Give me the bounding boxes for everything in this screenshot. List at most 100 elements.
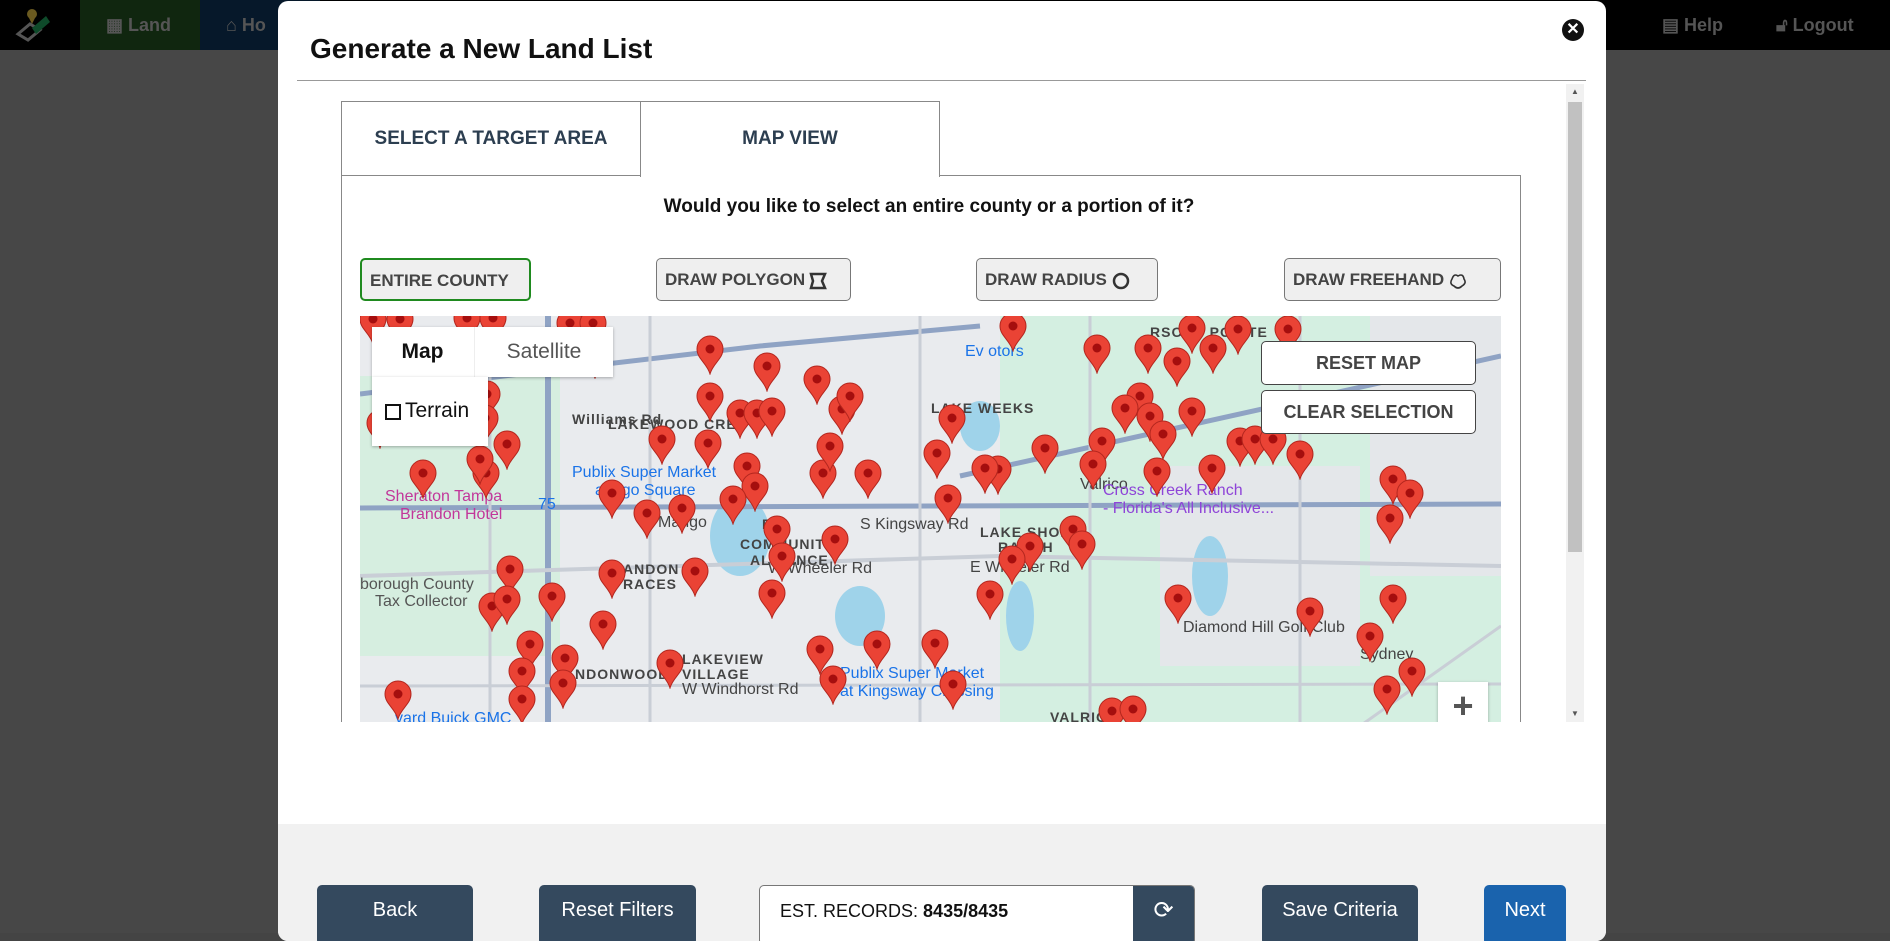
map-pin-icon[interactable]	[862, 630, 892, 672]
chat-icon: ▤	[1662, 15, 1685, 35]
tab-select-target-area[interactable]: SELECT A TARGET AREA	[341, 101, 641, 176]
map-label: at Kingsway Crossing	[840, 683, 994, 700]
map-pin-icon[interactable]	[933, 484, 963, 525]
modal-body: SELECT A TARGET AREA MAP VIEW Would you …	[278, 84, 1588, 722]
home-icon: ⌂	[226, 15, 242, 35]
map-pin-icon[interactable]	[1285, 440, 1315, 482]
map-pin-icon[interactable]	[655, 649, 685, 690]
terrain-control[interactable]: Terrain	[372, 377, 488, 446]
map-pin-icon[interactable]	[920, 629, 950, 670]
map-pin-icon[interactable]	[1295, 597, 1325, 638]
map-pin-icon[interactable]	[693, 429, 723, 470]
map-pin-icon[interactable]	[383, 680, 413, 722]
map-pin-icon[interactable]	[1375, 504, 1405, 545]
terrain-label: Terrain	[405, 399, 470, 422]
reset-map-button[interactable]: RESET MAP	[1261, 341, 1476, 385]
entire-county-button[interactable]: ENTIRE COUNTY	[360, 258, 531, 301]
map-label: ANDON	[623, 561, 680, 577]
modal-title: Generate a New Land List	[310, 33, 653, 64]
est-records-label: EST. RECORDS:	[780, 901, 919, 921]
map-pin-icon[interactable]	[1378, 584, 1408, 625]
draw-polygon-button[interactable]: DRAW POLYGON	[656, 258, 851, 301]
map-pin-icon[interactable]	[752, 352, 782, 393]
map-pin-icon[interactable]	[597, 559, 627, 600]
map-pin-icon[interactable]	[767, 542, 797, 583]
map-pin-icon[interactable]	[997, 545, 1027, 587]
map-pin-icon[interactable]	[1133, 334, 1163, 375]
map-pin-icon[interactable]	[970, 454, 1000, 495]
map-pin-icon[interactable]	[1067, 530, 1097, 572]
map-pin-icon[interactable]	[695, 335, 725, 377]
circle-icon	[1112, 272, 1130, 289]
map-pin-icon[interactable]	[938, 670, 968, 712]
draw-radius-button[interactable]: DRAW RADIUS	[976, 258, 1158, 301]
map-pin-icon[interactable]	[937, 404, 967, 445]
map-label: 75	[538, 496, 556, 513]
map-pin-icon[interactable]	[835, 382, 865, 423]
map-pin-icon[interactable]	[548, 669, 578, 710]
map-type-map[interactable]: Map	[372, 327, 473, 377]
tab-map-view[interactable]: MAP VIEW	[640, 101, 940, 177]
draw-freehand-button[interactable]: DRAW FREEHAND	[1284, 258, 1501, 301]
map-pin-icon[interactable]	[588, 610, 618, 652]
map-pin-icon[interactable]	[465, 445, 495, 487]
map-pin-icon[interactable]	[853, 459, 883, 500]
map-pin-icon[interactable]	[408, 459, 438, 500]
map-pin-icon[interactable]	[1078, 450, 1108, 492]
map-type-control: Map Satellite	[372, 327, 613, 377]
freehand-icon	[1450, 273, 1467, 289]
map-pin-icon[interactable]	[597, 479, 627, 520]
map-pin-icon[interactable]	[998, 316, 1028, 353]
unlock-icon: 🔓︎	[1776, 15, 1793, 35]
divider	[297, 80, 1586, 81]
generate-land-list-modal: Generate a New Land List ✕ SELECT A TARG…	[278, 1, 1606, 941]
map-pin-icon[interactable]	[815, 432, 845, 473]
modal-scrollbar[interactable]: ▲ ▼	[1566, 84, 1584, 722]
map-pin-icon[interactable]	[680, 557, 710, 598]
modal-footer: Back Reset Filters EST. RECORDS: 8435/84…	[278, 824, 1606, 941]
nav-logout[interactable]: 🔓︎ Logout	[1776, 0, 1854, 50]
map-pin-icon[interactable]	[1082, 334, 1112, 375]
zoom-in-button[interactable]: +	[1438, 682, 1488, 722]
map-label: VILLAGE	[682, 666, 750, 682]
map-pin-icon[interactable]	[1197, 454, 1227, 495]
map-pin-icon[interactable]	[1177, 397, 1207, 438]
nav-land[interactable]: ▦ Land	[80, 0, 200, 50]
nav-help[interactable]: ▤ Help	[1662, 0, 1723, 50]
map-pin-icon[interactable]	[975, 580, 1005, 622]
map-pin-icon[interactable]	[818, 665, 848, 707]
map-pin-icon[interactable]	[1148, 420, 1178, 462]
map-pin-icon[interactable]	[1030, 434, 1060, 475]
map-pin-icon[interactable]	[1163, 584, 1193, 625]
map-label: LAKEVIEW	[682, 651, 764, 667]
map-pin-icon[interactable]	[757, 579, 787, 620]
map-pin-icon[interactable]	[1372, 675, 1402, 717]
map-pin-icon[interactable]	[667, 494, 697, 535]
map-pin-icon[interactable]	[647, 425, 677, 467]
map-label: borough County	[360, 576, 474, 593]
grid-icon: ▦	[106, 15, 129, 35]
map-pin-icon[interactable]	[507, 685, 537, 722]
map-pin-icon[interactable]	[1118, 695, 1148, 722]
app-logo[interactable]	[0, 0, 80, 50]
terrain-checkbox[interactable]	[385, 404, 401, 420]
map-pin-icon[interactable]	[1142, 457, 1172, 498]
map-label: Tax Collector	[375, 593, 468, 610]
map-pin-icon[interactable]	[922, 439, 952, 480]
map-label: - Florida's All Inclusive...	[1103, 500, 1275, 517]
close-icon[interactable]: ✕	[1562, 19, 1584, 41]
map-type-satellite[interactable]: Satellite	[474, 327, 613, 377]
map-canvas[interactable]: RSONS POINTE Ev otors Williams Rd LAKEWOOD …	[360, 316, 1501, 722]
map-pin-icon[interactable]	[632, 499, 662, 540]
map-pin-icon[interactable]	[537, 582, 567, 623]
map-pin-icon[interactable]	[1355, 622, 1385, 663]
map-pin-icon[interactable]	[718, 485, 748, 527]
est-records-value: 8435/8435	[923, 901, 1009, 921]
map-pin-icon[interactable]	[820, 525, 850, 567]
map-label: Brandon Hotel	[400, 506, 503, 523]
map-pin-icon[interactable]	[492, 585, 522, 627]
map-pin-icon[interactable]	[1223, 316, 1253, 357]
clear-selection-button[interactable]: CLEAR SELECTION	[1261, 390, 1476, 434]
map-pin-icon[interactable]	[757, 397, 787, 438]
map-pin-icon[interactable]	[695, 382, 725, 423]
